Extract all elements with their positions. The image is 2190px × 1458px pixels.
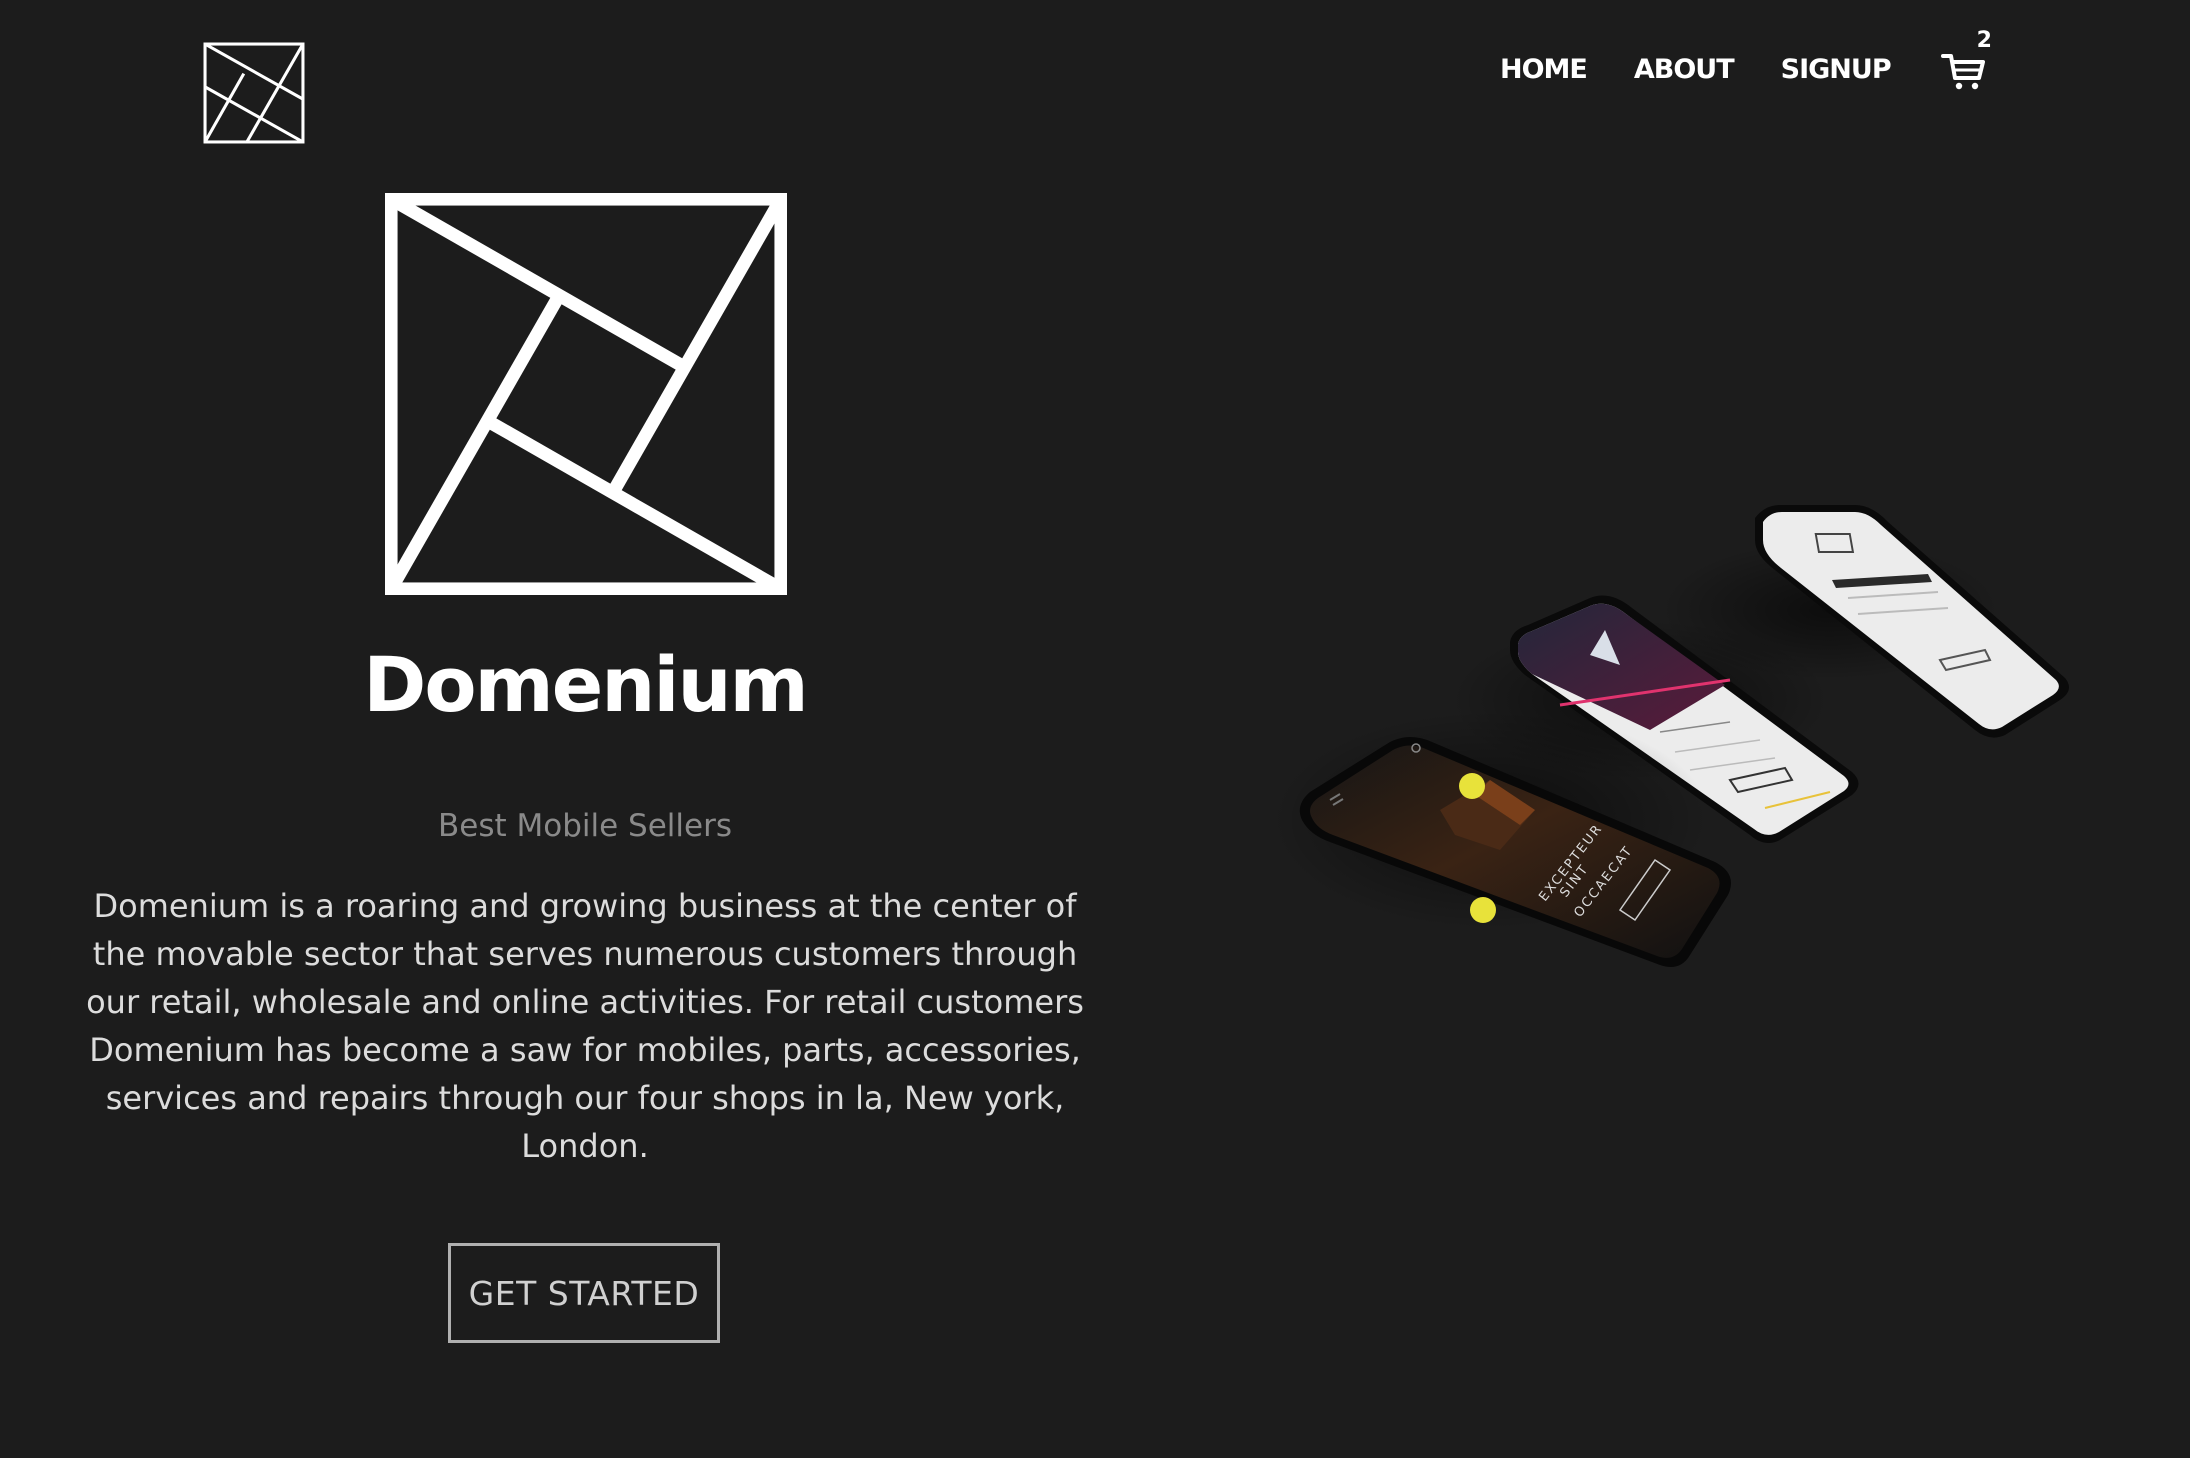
get-started-button[interactable]: GET STARTED — [448, 1243, 720, 1343]
company-description: Domenium is a roaring and growing busine… — [86, 887, 1084, 1165]
yellow-dot — [1470, 897, 1496, 923]
cart-button[interactable]: 2 — [1940, 28, 1992, 92]
tagline: Best Mobile Sellers — [438, 808, 732, 844]
yellow-dot — [1459, 773, 1485, 799]
nav-about-link[interactable]: ABOUT — [1634, 54, 1735, 85]
nav-home-link[interactable]: HOME — [1500, 54, 1588, 85]
landing-page: HOME ABOUT SIGNUP 2 Domenium Best Mobile… — [0, 0, 2190, 1458]
cart-count-badge: 2 — [1976, 28, 1992, 53]
phones-mockup-illustration: EXCEPTEUR SINT OCCAECAT — [1270, 505, 2069, 968]
nav-signup-link[interactable]: SIGNUP — [1781, 54, 1892, 85]
brand-title: Domenium — [363, 640, 809, 729]
domenium-large-logo-icon — [385, 193, 787, 595]
domenium-logo-icon[interactable] — [203, 42, 305, 144]
main-nav: HOME ABOUT SIGNUP 2 — [1500, 28, 1992, 92]
